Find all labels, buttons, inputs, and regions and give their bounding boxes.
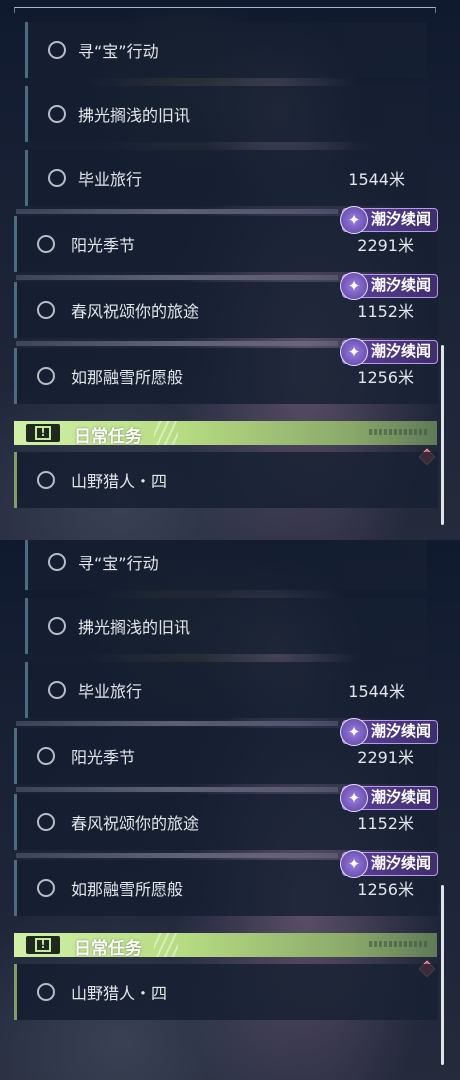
quest-label: 拂光搁浅的旧讯 — [78, 618, 191, 637]
separator — [16, 341, 338, 346]
circle-icon — [48, 41, 66, 59]
tidal-story-badge: ✦ 潮汐续闻 — [340, 718, 439, 746]
quest-item-treasure-hunt[interactable]: 寻“宝”行动 — [25, 22, 427, 78]
tidal-story-badge: ✦ 潮汐续闻 — [340, 784, 439, 812]
quest-label: 春风祝颂你的旅途 — [71, 814, 200, 833]
circle-icon — [48, 553, 66, 571]
quest-distance: 1152米 — [357, 814, 414, 833]
quest-label: 如那融雪所愿般 — [71, 880, 184, 899]
tidal-story-badge: ✦ 潮汐续闻 — [340, 338, 439, 366]
daily-quest-icon-box: ! — [26, 424, 60, 442]
badge-label: 潮汐续闻 — [371, 788, 432, 806]
tidal-sparkle-icon: ✦ — [340, 850, 368, 878]
tidal-story-badge: ✦ 潮汐续闻 — [340, 206, 439, 234]
daily-quests-title: 日常任务 — [74, 427, 142, 447]
quest-label: 山野猎人・四 — [71, 472, 168, 491]
header-code-pattern — [369, 941, 427, 947]
quest-label: 山野猎人・四 — [71, 984, 168, 1003]
quest-item-graduation-trip[interactable]: 毕业旅行 1544米 — [25, 662, 427, 718]
circle-icon — [37, 367, 55, 385]
circle-icon — [37, 983, 55, 1001]
separator — [16, 275, 338, 280]
quest-distance: 1544米 — [348, 170, 405, 189]
quest-item-treasure-hunt[interactable]: 寻“宝”行动 — [25, 540, 427, 590]
quest-label: 毕业旅行 — [78, 170, 143, 189]
daily-quests-title: 日常任务 — [74, 939, 142, 959]
header-stripes — [154, 421, 178, 445]
tidal-story-badge: ✦ 潮汐续闻 — [340, 850, 439, 878]
exclamation-icon: ! — [35, 938, 51, 952]
header-stripes — [154, 933, 178, 957]
tidal-sparkle-icon: ✦ — [340, 206, 368, 234]
quest-item-old-message[interactable]: 拂光搁浅的旧讯 — [25, 86, 427, 142]
quest-item-graduation-trip[interactable]: 毕业旅行 1544米 — [25, 150, 427, 206]
quest-label: 如那融雪所愿般 — [71, 368, 184, 387]
quest-distance: 1544米 — [348, 682, 405, 701]
daily-quest-item[interactable]: 山野猎人・四 — [14, 452, 438, 508]
badge-label: 潮汐续闻 — [371, 342, 432, 360]
header-code-pattern — [369, 429, 427, 435]
badge-label: 潮汐续闻 — [371, 854, 432, 872]
badge-label: 潮汐续闻 — [371, 210, 432, 228]
scrollbar[interactable] — [441, 345, 444, 525]
daily-quest-item[interactable]: 山野猎人・四 — [14, 964, 438, 1020]
circle-icon — [37, 813, 55, 831]
quest-label: 寻“宝”行动 — [78, 42, 159, 61]
quest-label: 阳光季节 — [71, 748, 136, 767]
quest-label: 阳光季节 — [71, 236, 136, 255]
circle-icon — [48, 681, 66, 699]
quest-label: 寻“宝”行动 — [78, 554, 159, 573]
circle-icon — [37, 235, 55, 253]
circle-icon — [48, 105, 66, 123]
quest-distance: 1256米 — [357, 880, 414, 899]
tidal-story-badge: ✦ 潮汐续闻 — [340, 272, 439, 300]
tidal-sparkle-icon: ✦ — [340, 338, 368, 366]
circle-icon — [37, 301, 55, 319]
badge-label: 潮汐续闻 — [371, 276, 432, 294]
quest-distance: 2291米 — [357, 748, 414, 767]
quest-distance: 1256米 — [357, 368, 414, 387]
circle-icon — [48, 169, 66, 187]
daily-quest-icon-box: ! — [26, 936, 60, 954]
quest-label: 春风祝颂你的旅途 — [71, 302, 200, 321]
circle-icon — [37, 747, 55, 765]
separator — [16, 209, 338, 214]
daily-quests-header[interactable]: ! 日常任务 — [14, 421, 437, 445]
circle-icon — [48, 617, 66, 635]
quest-distance: 2291米 — [357, 236, 414, 255]
separator — [16, 721, 338, 726]
quest-label: 毕业旅行 — [78, 682, 143, 701]
tidal-sparkle-icon: ✦ — [340, 784, 368, 812]
separator — [16, 787, 338, 792]
daily-quests-header[interactable]: ! 日常任务 — [14, 933, 437, 957]
quest-panel: 寻“宝”行动 拂光搁浅的旧讯 毕业旅行 1544米 阳光季节 2291米 ✦ 潮… — [0, 0, 460, 540]
quest-panel: 寻“宝”行动 拂光搁浅的旧讯 毕业旅行 1544米 阳光季节 2291米 ✦ 潮… — [0, 540, 460, 1080]
tidal-sparkle-icon: ✦ — [340, 718, 368, 746]
tidal-sparkle-icon: ✦ — [340, 272, 368, 300]
quest-distance: 1152米 — [357, 302, 414, 321]
quest-label: 拂光搁浅的旧讯 — [78, 106, 191, 125]
exclamation-icon: ! — [35, 426, 51, 440]
circle-icon — [37, 879, 55, 897]
badge-label: 潮汐续闻 — [371, 722, 432, 740]
scrollbar[interactable] — [441, 885, 444, 1065]
quest-item-old-message[interactable]: 拂光搁浅的旧讯 — [25, 598, 427, 654]
separator — [16, 853, 338, 858]
panel-top-frame — [14, 7, 436, 13]
circle-icon — [37, 471, 55, 489]
